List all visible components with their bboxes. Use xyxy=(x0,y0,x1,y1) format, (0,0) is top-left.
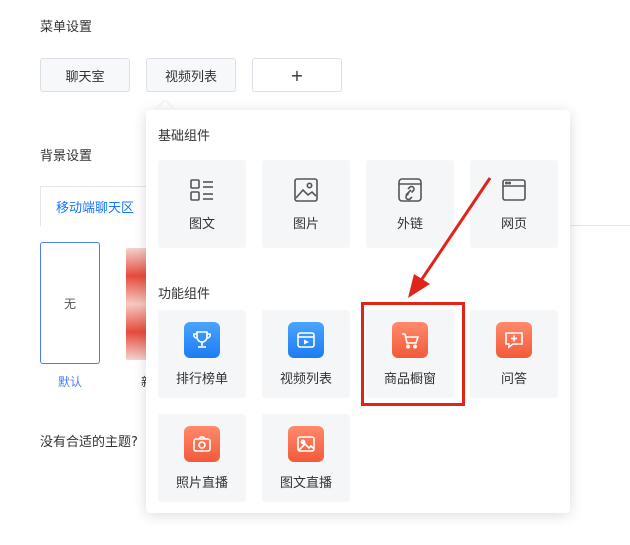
tile-photo-live[interactable]: 照片直播 xyxy=(158,414,246,502)
theme-none-card[interactable]: 无 xyxy=(40,242,100,364)
theme-default-label: 默认 xyxy=(58,375,83,389)
tile-video-list[interactable]: 视频列表 xyxy=(262,310,350,398)
tile-image-text[interactable]: 图文 xyxy=(158,160,246,248)
no-suitable-theme-text: 没有合适的主题? xyxy=(40,435,138,450)
tile-label: 图文 xyxy=(188,216,215,232)
video-list-icon xyxy=(288,321,324,358)
basic-components-title: 基础组件 xyxy=(158,129,211,144)
menu-add-button[interactable]: + xyxy=(252,58,342,92)
tile-label: 网页 xyxy=(500,216,527,232)
tile-label: 排行榜单 xyxy=(175,371,228,387)
component-popover: 基础组件 图文 图片 外链 网页 功能组件 排行榜单 视频列表 商品橱窗 问答 … xyxy=(146,110,570,513)
image-live-icon xyxy=(288,425,324,462)
tile-label: 图片 xyxy=(292,216,319,232)
trophy-icon xyxy=(184,321,220,358)
picture-icon xyxy=(294,177,318,202)
tile-label: 问答 xyxy=(500,371,527,387)
tile-label: 图文直播 xyxy=(279,475,332,491)
page: 菜单设置 聊天室 视频列表 + 背景设置 移动端聊天区 无 默认 新 没有合适的… xyxy=(0,0,630,545)
qa-chat-icon xyxy=(496,321,532,358)
tile-leaderboard[interactable]: 排行榜单 xyxy=(158,310,246,398)
highlight-box xyxy=(361,302,465,406)
popover-arrow xyxy=(156,101,174,110)
annotation-arrow xyxy=(408,177,492,298)
image-text-icon xyxy=(190,178,213,201)
menu-chatroom-button[interactable]: 聊天室 xyxy=(40,58,130,92)
background-settings-title: 背景设置 xyxy=(40,149,93,164)
tab-mobile-chat-area[interactable]: 移动端聊天区 xyxy=(40,186,150,226)
webpage-icon xyxy=(502,178,526,201)
tile-qa[interactable]: 问答 xyxy=(470,310,558,398)
tile-image-live[interactable]: 图文直播 xyxy=(262,414,350,502)
camera-icon xyxy=(184,425,220,462)
function-components-title: 功能组件 xyxy=(158,287,211,302)
menu-video-list-button[interactable]: 视频列表 xyxy=(146,58,236,92)
tile-label: 视频列表 xyxy=(279,371,332,387)
tile-label: 照片直播 xyxy=(175,475,228,491)
tile-picture[interactable]: 图片 xyxy=(262,160,350,248)
menu-settings-title: 菜单设置 xyxy=(40,20,93,35)
